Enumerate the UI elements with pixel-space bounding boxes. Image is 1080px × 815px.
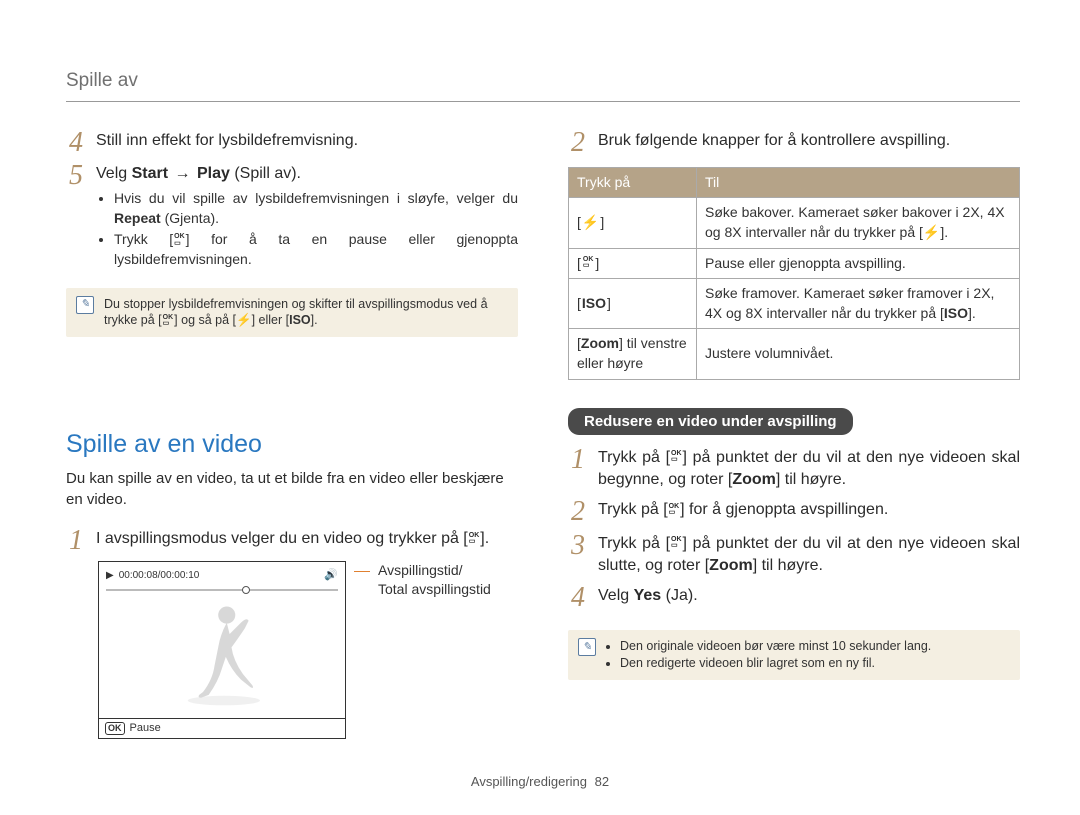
text: Søke bakover. Kameraet søker bakover i 2…: [705, 204, 1005, 240]
step-text: Velg Yes (Ja).: [598, 585, 1020, 610]
video-progress: [106, 586, 338, 594]
reduce-step-3: 3 Trykk på [OK▭] på punktet der du vil a…: [568, 533, 1020, 578]
bullet-item: Hvis du vil spille av lysbildefremvisnin…: [114, 189, 518, 228]
step-2-right: 2 Bruk følgende knapper for å kontroller…: [568, 130, 1020, 155]
footer-section: Avspilling/redigering: [471, 774, 587, 789]
table-row: OK▭ Pause eller gjenoppta avspilling.: [569, 248, 1020, 279]
ok-icon: OK▭: [577, 254, 599, 274]
step-number: 4: [66, 130, 86, 155]
arrow-icon: →: [173, 165, 193, 182]
table-row: ISO Søke framover. Kameraet søker framov…: [569, 279, 1020, 329]
note-item: Den originale videoen bør være minst 10 …: [620, 638, 931, 655]
table-header: Trykk på: [569, 167, 697, 198]
step-text: I avspillingsmodus velger du en video og…: [96, 528, 518, 553]
reduce-step-1: 1 Trykk på [OK▭] på punktet der du vil a…: [568, 447, 1020, 492]
step-number: 2: [568, 499, 588, 524]
flash-icon: ⚡: [577, 213, 604, 233]
step-text: Velg Start → Play (Spill av). Hvis du vi…: [96, 163, 518, 272]
flash-icon: ⚡: [236, 313, 252, 327]
bullet-item: Trykk [OK▭] for å ta en pause eller gjen…: [114, 230, 518, 269]
callout-text: Avspillingstid/ Total avspillingstid: [378, 561, 491, 597]
step-number: 5: [66, 163, 86, 272]
ok-icon: OK▭: [668, 504, 681, 517]
text-bold: Play: [197, 165, 230, 182]
video-time: 00:00:08/00:00:10: [119, 569, 200, 583]
section-title: Spille av en video: [66, 427, 518, 462]
speaker-icon: 🔊: [324, 568, 338, 583]
iso-icon: ISO: [944, 305, 968, 321]
header-rule: [66, 101, 1020, 102]
pause-label: Pause: [130, 721, 161, 736]
step-number: 2: [568, 130, 588, 155]
step-4: 4 Still inn effekt for lysbildefremvisni…: [66, 130, 518, 155]
text: Velg: [96, 165, 132, 182]
ok-icon: OK▭: [162, 315, 175, 328]
reduce-step-4: 4 Velg Yes (Ja).: [568, 585, 1020, 610]
step-text: Trykk på [OK▭] for å gjenoppta avspillin…: [598, 499, 1020, 524]
step-text: Trykk på [OK▭] på punktet der du vil at …: [598, 533, 1020, 578]
zoom-label: Zoom: [581, 335, 619, 351]
controls-table: Trykk på Til ⚡ Søke bakover. Kameraet sø…: [568, 167, 1020, 380]
video-step-1: 1 I avspillingsmodus velger du en video …: [66, 528, 518, 553]
text: (Spill av).: [230, 165, 301, 182]
ok-button-icon: OK: [105, 722, 125, 735]
text: Trykk [: [114, 231, 173, 247]
note-text: Du stopper lysbildefremvisningen og skif…: [104, 296, 508, 330]
video-screen: ▶ 00:00:08/00:00:10 🔊: [98, 561, 346, 739]
page-footer: Avspilling/redigering 82: [0, 773, 1080, 791]
flash-icon: ⚡: [923, 224, 940, 240]
note-icon: ✎: [578, 638, 596, 656]
text: Pause eller gjenoppta avspilling.: [705, 255, 906, 271]
table-header: Til: [697, 167, 1020, 198]
text: Justere volumnivået.: [705, 345, 833, 361]
right-column: 2 Bruk følgende knapper for å kontroller…: [568, 130, 1020, 740]
note-text: Den originale videoen bør være minst 10 …: [606, 638, 931, 672]
step-number: 1: [66, 528, 86, 553]
table-row: [Zoom] til venstre eller høyre Justere v…: [569, 329, 1020, 379]
ok-icon: OK▭: [468, 533, 481, 546]
note-box: ✎ Den originale videoen bør være minst 1…: [568, 630, 1020, 680]
callout-line: [354, 571, 370, 572]
page-header-title: Spille av: [66, 68, 1020, 95]
note-box: ✎ Du stopper lysbildefremvisningen og sk…: [66, 288, 518, 338]
play-icon: ▶: [106, 569, 114, 583]
ok-icon: OK▭: [670, 537, 683, 550]
left-column: 4 Still inn effekt for lysbildefremvisni…: [66, 130, 518, 740]
iso-icon: ISO: [577, 294, 611, 314]
step-number: 3: [568, 533, 588, 578]
text: ].: [940, 224, 948, 240]
ok-icon: OK▭: [670, 451, 683, 464]
ok-icon: OK▭: [173, 234, 186, 247]
text: ].: [968, 305, 976, 321]
note-item: Den redigerte videoen blir lagret som en…: [620, 655, 931, 672]
subsection-pill: Redusere en video under avspilling: [568, 408, 853, 435]
text: (Gjenta).: [161, 210, 219, 226]
table-row: ⚡ Søke bakover. Kameraet søker bakover i…: [569, 198, 1020, 248]
step-text: Bruk følgende knapper for å kontrollere …: [598, 130, 1020, 155]
footer-page-number: 82: [595, 774, 609, 789]
dancer-illustration: [175, 602, 270, 707]
step-text: Still inn effekt for lysbildefremvisning…: [96, 130, 518, 155]
iso-icon: ISO: [289, 313, 311, 327]
text-bold: Start: [132, 165, 168, 182]
note-icon: ✎: [76, 296, 94, 314]
text: Hvis du vil spille av lysbildefremvisnin…: [114, 190, 518, 206]
text-bold: Repeat: [114, 210, 161, 226]
video-figure: ▶ 00:00:08/00:00:10 🔊: [98, 561, 518, 739]
step-number: 4: [568, 585, 588, 610]
step-number: 1: [568, 447, 588, 492]
reduce-step-2: 2 Trykk på [OK▭] for å gjenoppta avspill…: [568, 499, 1020, 524]
section-desc: Du kan spille av en video, ta ut et bild…: [66, 468, 518, 510]
step-text: Trykk på [OK▭] på punktet der du vil at …: [598, 447, 1020, 492]
step-5: 5 Velg Start → Play (Spill av). Hvis du …: [66, 163, 518, 272]
